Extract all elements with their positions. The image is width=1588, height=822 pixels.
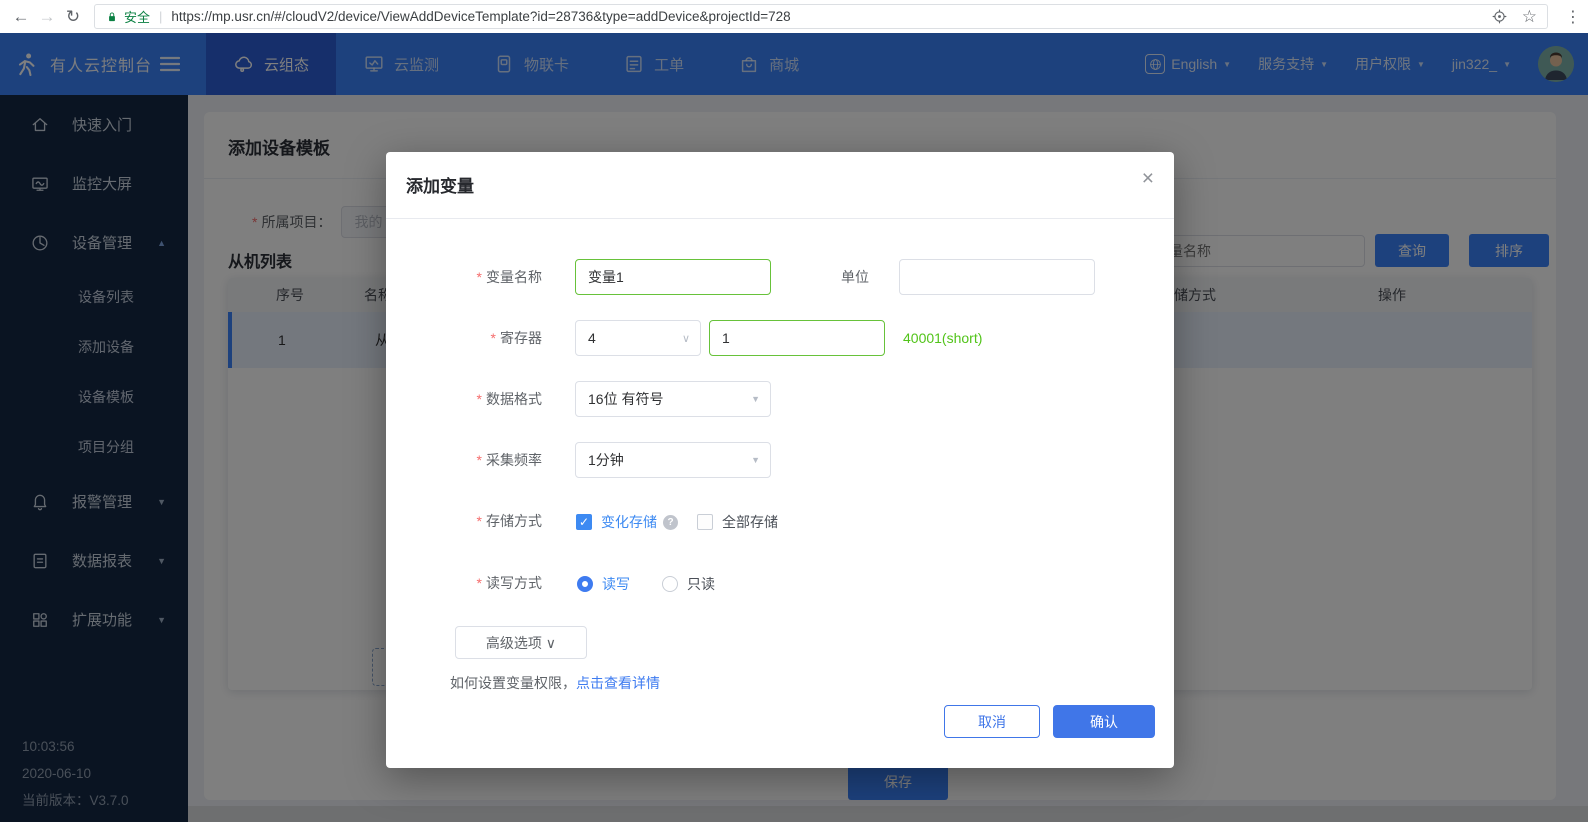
register-hint: 40001(short) xyxy=(903,330,983,346)
help-text: 如何设置变量权限， xyxy=(450,675,576,691)
chevron-down-icon: ∨ xyxy=(681,332,690,345)
rw-readonly-label: 只读 xyxy=(687,576,715,592)
unit-label: 单位 xyxy=(841,269,869,285)
add-variable-modal: 添加变量 × *变量名称 单位 *寄存器 4 ∨ 40001(short) *数… xyxy=(386,152,1174,768)
frequency-select[interactable]: 1分钟 ▼ xyxy=(575,442,771,478)
register-type-select[interactable]: 4 ∨ xyxy=(575,320,701,356)
register-label: * 寄存器 xyxy=(490,330,542,346)
required-asterisk: * xyxy=(476,575,482,591)
data-format-select[interactable]: 16位 有符号 ▼ xyxy=(575,381,771,417)
rw-mode-label: * 读写方式 xyxy=(476,575,542,591)
required-asterisk: * xyxy=(476,452,482,468)
help-link[interactable]: 点击查看详情 xyxy=(576,675,660,691)
variable-name-input[interactable] xyxy=(575,259,771,295)
rw-readwrite-radio[interactable]: 读写 xyxy=(577,574,630,594)
rw-readwrite-label: 读写 xyxy=(602,576,630,592)
forward-icon[interactable]: → xyxy=(34,7,60,27)
cancel-button[interactable]: 取消 xyxy=(944,705,1040,738)
back-icon[interactable]: ← xyxy=(8,7,34,27)
radio-selected-icon xyxy=(577,576,593,592)
url-text: https://mp.usr.cn/#/cloudV2/device/ViewA… xyxy=(171,9,791,24)
close-icon[interactable]: × xyxy=(1142,168,1154,189)
browser-chrome: ← → ↻ 安全 | https://mp.usr.cn/#/cloudV2/d… xyxy=(0,0,1588,33)
advanced-options-button[interactable]: 高级选项 ∨ xyxy=(455,626,587,659)
variable-name-label: * 变量名称 xyxy=(476,269,542,285)
storage-all-checkbox[interactable]: 全部存储 xyxy=(697,512,778,532)
checkbox-unchecked-icon xyxy=(697,514,713,530)
bookmark-star-icon[interactable]: ☆ xyxy=(1522,7,1537,27)
question-icon[interactable]: ? xyxy=(663,514,678,530)
data-format-label: * 数据格式 xyxy=(476,391,542,407)
target-icon[interactable] xyxy=(1491,8,1508,25)
rw-readonly-radio[interactable]: 只读 xyxy=(662,574,715,594)
checkbox-checked-icon: ✓ xyxy=(576,514,592,530)
refresh-icon[interactable]: ↻ xyxy=(60,7,86,27)
caret-down-icon: ▼ xyxy=(751,394,760,404)
divider xyxy=(386,218,1174,219)
frequency-value: 1分钟 xyxy=(588,452,624,468)
omnibox-separator: | xyxy=(159,9,163,24)
required-asterisk: * xyxy=(476,391,482,407)
menu-kebab-icon[interactable]: ⋮ xyxy=(1558,7,1588,27)
required-asterisk: * xyxy=(490,330,496,346)
register-address-input[interactable] xyxy=(709,320,885,356)
address-bar[interactable]: 安全 | https://mp.usr.cn/#/cloudV2/device/… xyxy=(94,4,1548,29)
security-label: 安全 xyxy=(124,10,151,25)
storage-all-label: 全部存储 xyxy=(722,514,778,530)
register-type-value: 4 xyxy=(588,330,596,346)
frequency-label: * 采集频率 xyxy=(476,452,542,468)
storage-change-label: 变化存储 xyxy=(601,514,657,530)
required-asterisk: * xyxy=(476,513,482,529)
unit-input[interactable] xyxy=(899,259,1095,295)
caret-down-icon: ▼ xyxy=(751,455,760,465)
required-asterisk: * xyxy=(476,269,482,285)
modal-title: 添加变量 xyxy=(406,177,474,196)
confirm-button[interactable]: 确认 xyxy=(1053,705,1155,738)
storage-mode-label: * 存储方式 xyxy=(476,513,542,529)
radio-unselected-icon xyxy=(662,576,678,592)
lock-icon xyxy=(109,12,115,21)
data-format-value: 16位 有符号 xyxy=(588,391,664,407)
help-line: 如何设置变量权限，点击查看详情 xyxy=(450,673,660,693)
storage-change-checkbox[interactable]: ✓ 变化存储 ? xyxy=(576,512,678,532)
